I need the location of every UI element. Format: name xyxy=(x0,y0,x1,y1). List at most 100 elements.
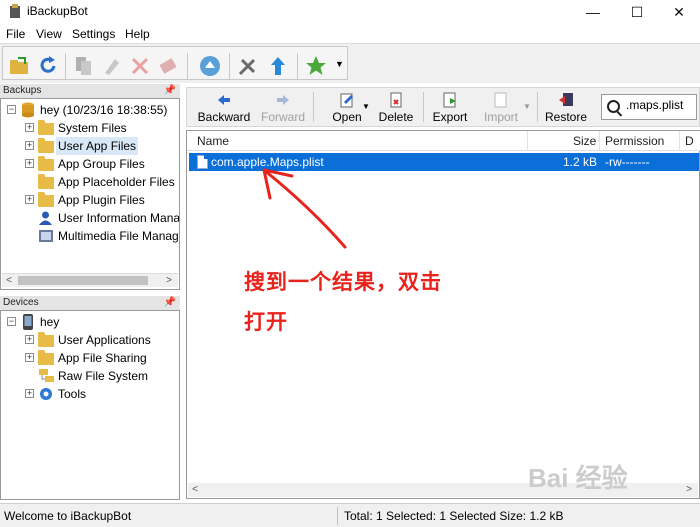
column-divider xyxy=(679,131,680,151)
column-divider xyxy=(599,131,600,151)
toolbar-separator xyxy=(297,53,298,79)
search-box[interactable] xyxy=(601,94,697,120)
import-label: Import xyxy=(483,110,518,124)
scroll-thumb[interactable] xyxy=(18,276,148,285)
open-dropdown-icon[interactable]: ▼ xyxy=(362,102,370,111)
title-bar: iBackupBot — ☐ ✕ xyxy=(0,0,700,24)
tree-item-user-information[interactable]: User Information Mana xyxy=(25,209,180,227)
devices-title: Devices xyxy=(3,297,39,308)
star-dropdown-icon[interactable]: ▼ xyxy=(335,59,344,69)
open-folder-icon[interactable] xyxy=(9,55,31,77)
tree-item-multimedia[interactable]: Multimedia File Manag xyxy=(25,227,179,245)
devices-pane: − hey + User Applications + App File Sha… xyxy=(0,310,180,500)
column-header-d[interactable]: D xyxy=(685,134,694,148)
annotation-arrow xyxy=(262,168,347,249)
file-toolbar: Backward Forward Open ▼ Delete Export Im… xyxy=(186,87,700,127)
scroll-left-icon[interactable]: < xyxy=(188,483,202,497)
tree-label: Raw File System xyxy=(58,369,149,383)
collapse-icon[interactable]: − xyxy=(7,105,16,114)
restore-button[interactable]: Restore xyxy=(543,92,589,124)
expand-icon[interactable]: + xyxy=(25,353,34,362)
expand-icon[interactable]: + xyxy=(25,141,34,150)
expand-icon[interactable]: + xyxy=(25,335,34,344)
pin-icon[interactable]: 📌 xyxy=(164,296,176,310)
eraser-icon[interactable] xyxy=(157,55,179,77)
search-input[interactable] xyxy=(626,98,696,112)
upload-icon[interactable] xyxy=(267,55,289,77)
column-divider xyxy=(527,131,528,151)
scroll-right-icon[interactable]: > xyxy=(682,483,696,497)
tree-item-raw-file-system[interactable]: Raw File System xyxy=(25,367,175,385)
backups-hscrollbar[interactable]: < > xyxy=(2,273,178,287)
delete-button[interactable]: Delete xyxy=(375,92,417,124)
menu-view[interactable]: View xyxy=(36,27,62,41)
folder-icon xyxy=(38,156,54,171)
tree-item-tools[interactable]: + Tools xyxy=(25,385,175,403)
menu-help[interactable]: Help xyxy=(125,27,150,41)
status-welcome: Welcome to iBackupBot xyxy=(4,509,132,523)
toolbar-separator xyxy=(229,53,230,79)
annotation-line-2: 打开 xyxy=(244,310,288,334)
tree-item-app-placeholder-files[interactable]: App Placeholder Files xyxy=(25,173,175,191)
expand-icon[interactable]: + xyxy=(25,159,34,168)
export-button[interactable]: Export xyxy=(431,92,469,124)
tree-label: App File Sharing xyxy=(58,351,147,365)
import-dropdown-icon[interactable]: ▼ xyxy=(523,102,531,111)
folder-icon xyxy=(38,332,54,347)
tree-label: Multimedia File Manag xyxy=(58,229,179,243)
star-icon[interactable] xyxy=(305,55,327,77)
file-list-header: Name Size Permission D xyxy=(187,131,700,151)
tree-label: App Group Files xyxy=(58,157,145,171)
expand-icon[interactable]: + xyxy=(25,123,34,132)
column-header-permission[interactable]: Permission xyxy=(605,134,664,148)
scroll-right-icon[interactable]: > xyxy=(162,274,176,288)
backward-label: Backward xyxy=(197,110,251,124)
delete-icon[interactable] xyxy=(129,55,151,77)
tree-label: User Applications xyxy=(58,333,151,347)
tree-item-user-app-files[interactable]: + User App Files xyxy=(25,137,175,155)
forward-button[interactable]: Forward xyxy=(259,92,307,124)
tree-item-system-files[interactable]: + System Files xyxy=(25,119,175,137)
minimize-button[interactable]: — xyxy=(570,0,616,24)
tree-label: User App Files xyxy=(56,137,139,155)
tree-node-root[interactable]: − hey (10/23/16 18:38:55) xyxy=(7,101,177,119)
import-button[interactable]: Import xyxy=(479,92,523,124)
file-permission: -rw------- xyxy=(605,155,650,169)
tree-item-app-group-files[interactable]: + App Group Files xyxy=(25,155,175,173)
open-button[interactable]: Open xyxy=(327,92,367,124)
backward-button[interactable]: Backward xyxy=(197,92,251,124)
app-icon xyxy=(10,4,20,18)
tree-item-user-applications[interactable]: + User Applications xyxy=(25,331,175,349)
forward-label: Forward xyxy=(260,110,305,124)
tree-item-app-plugin-files[interactable]: + App Plugin Files xyxy=(25,191,175,209)
toolbar-separator xyxy=(313,92,314,122)
folder-icon xyxy=(38,120,54,135)
close-button[interactable]: ✕ xyxy=(656,0,700,24)
expand-icon[interactable]: + xyxy=(25,195,34,204)
expand-icon[interactable]: + xyxy=(25,389,34,398)
toolbar-separator xyxy=(187,53,188,79)
backup-db-icon xyxy=(22,102,34,118)
gear-icon xyxy=(40,388,52,400)
pin-icon[interactable]: 📌 xyxy=(164,84,176,98)
forward-arrow-icon xyxy=(277,95,289,105)
tools-icon[interactable] xyxy=(237,55,259,77)
menu-settings[interactable]: Settings xyxy=(72,27,115,41)
tree-label: User Information Mana xyxy=(58,211,180,225)
clean-icon[interactable] xyxy=(101,55,123,77)
refresh-icon[interactable] xyxy=(37,55,59,77)
menu-file[interactable]: File xyxy=(6,27,25,41)
user-icon xyxy=(39,211,52,225)
tree-item-app-file-sharing[interactable]: + App File Sharing xyxy=(25,349,175,367)
column-header-size[interactable]: Size xyxy=(573,134,596,148)
copy-icon[interactable] xyxy=(73,55,95,77)
tree-node-device[interactable]: − hey xyxy=(7,313,177,331)
maximize-button[interactable]: ☐ xyxy=(614,0,660,24)
scroll-left-icon[interactable]: < xyxy=(2,274,16,288)
toolbar-separator xyxy=(537,92,538,122)
status-divider xyxy=(337,507,338,525)
toolbar-separator xyxy=(423,92,424,122)
collapse-icon[interactable]: − xyxy=(7,317,16,326)
column-header-name[interactable]: Name xyxy=(197,134,229,148)
eject-icon[interactable] xyxy=(199,55,221,77)
